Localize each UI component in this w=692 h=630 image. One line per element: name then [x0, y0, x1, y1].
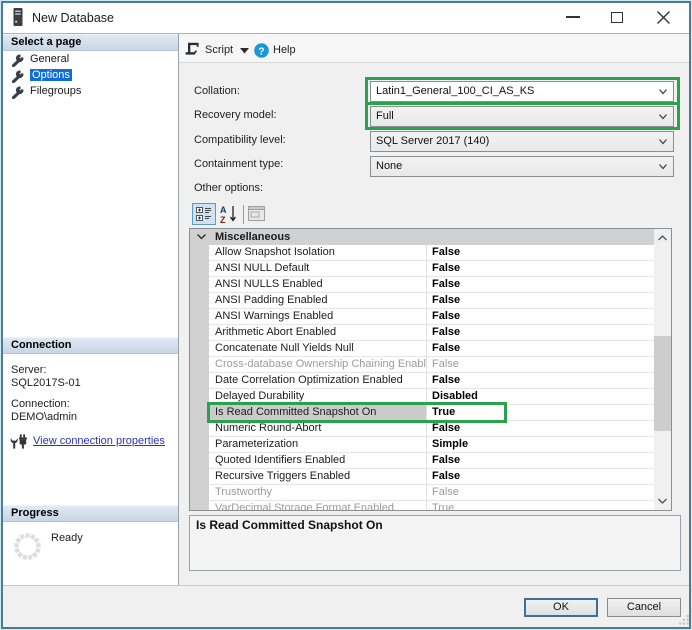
- svg-text:?: ?: [258, 45, 264, 57]
- svg-text:Z: Z: [220, 215, 226, 224]
- svg-text:A: A: [220, 205, 227, 215]
